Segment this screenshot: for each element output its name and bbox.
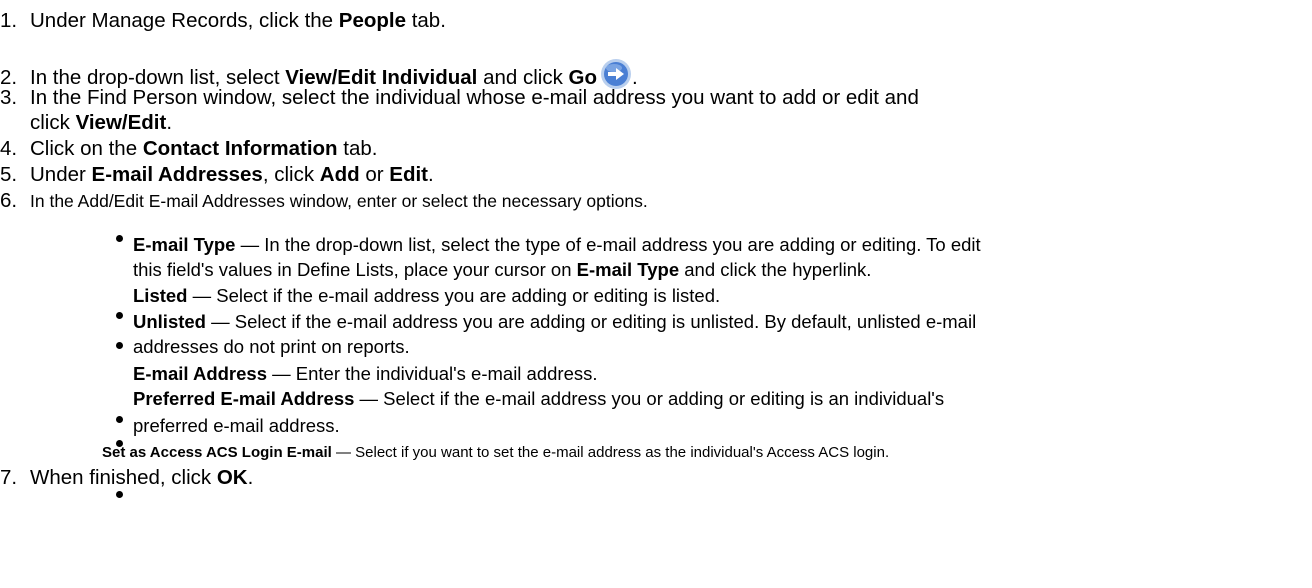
option-preferred-email-continued: preferred e-mail address. — [133, 415, 340, 436]
step-1: 1. Under Manage Records, click the People… — [0, 9, 446, 32]
bullet-icon — [116, 235, 123, 242]
step-4: 4. Click on the Contact Information tab. — [0, 137, 378, 160]
option-email-type: E-mail Type — In the drop-down list, sel… — [133, 234, 981, 255]
step-6: 6. In the Add/Edit E-mail Addresses windo… — [0, 189, 648, 212]
option-preferred-email: Preferred E-mail Address — Select if the… — [133, 388, 945, 409]
option-email-address: E-mail Address — Enter the individual's … — [133, 363, 598, 384]
bullet-icon — [116, 312, 123, 319]
bullet-icon — [116, 342, 123, 349]
step-3-continued: click View/Edit. — [30, 111, 173, 134]
step-5: 5. Under E-mail Addresses, click Add or E… — [0, 163, 434, 186]
people-tab-term: People — [338, 9, 406, 32]
bullet-icon — [116, 491, 123, 498]
option-listed: Listed — Select if the e-mail address yo… — [133, 285, 721, 306]
help-document: 1. Under Manage Records, click the People… — [0, 0, 1312, 588]
bullet-icon — [116, 416, 123, 423]
option-unlisted: Unlisted — Select if the e-mail address … — [133, 311, 977, 332]
option-access-acs-login: Set as Access ACS Login E-mail — Select … — [102, 444, 890, 461]
option-email-type-continued: this field's values in Define Lists, pla… — [133, 259, 872, 280]
option-unlisted-continued: addresses do not print on reports. — [133, 336, 410, 357]
step-3: 3. In the Find Person window, select the … — [0, 86, 919, 109]
step-7: 7. When finished, click OK. — [0, 466, 254, 489]
